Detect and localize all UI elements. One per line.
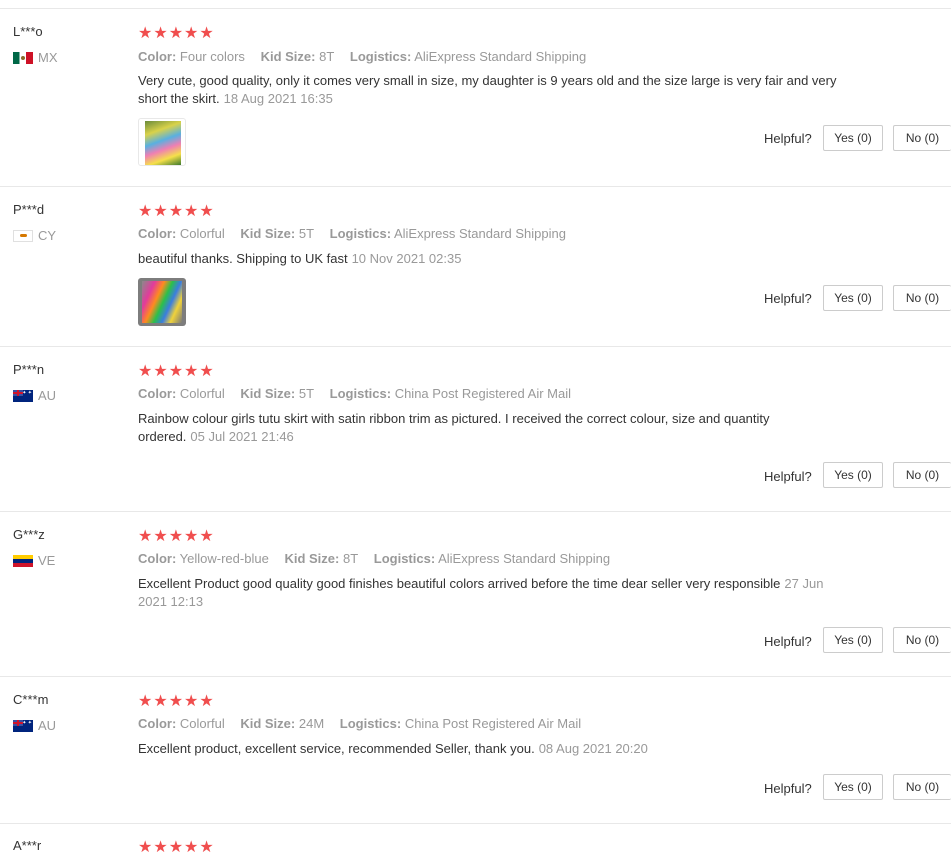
review-item: C***m AU ★★★★★ Color: Colorful Kid Size:… xyxy=(0,676,951,824)
reviewer-name: G***z xyxy=(13,527,45,542)
review-text: Excellent Product good quality good fini… xyxy=(138,575,843,611)
review-text: Excellent product, excellent service, re… xyxy=(138,740,843,758)
review-attributes: Color: Colorful Kid Size: 5T Logistics: … xyxy=(138,386,583,401)
reviewer-country: MX xyxy=(13,50,58,65)
color-label: Color: xyxy=(138,716,177,731)
helpful-label: Helpful? xyxy=(764,291,812,306)
review-attributes: Color: Colorful Kid Size: 24M Logistics:… xyxy=(138,716,593,731)
review-date: 18 Aug 2021 16:35 xyxy=(223,91,333,106)
logistics-value: China Post Registered Air Mail xyxy=(394,386,571,401)
color-label: Color: xyxy=(138,386,177,401)
country-code: MX xyxy=(38,50,58,65)
logistics-label: Logistics: xyxy=(339,716,402,731)
size-value: 8T xyxy=(342,551,359,566)
cyprus-flag-icon xyxy=(13,229,33,242)
reviewer-name: P***n xyxy=(13,362,45,377)
size-label: Kid Size: xyxy=(240,226,296,241)
size-label: Kid Size: xyxy=(284,551,340,566)
logistics-value: AliExpress Standard Shipping xyxy=(438,551,611,566)
review-item: L***o MX ★★★★★ Color: Four colors Kid Si… xyxy=(0,8,951,187)
size-value: 24M xyxy=(298,716,325,731)
color-label: Color: xyxy=(138,226,177,241)
review-attributes: Color: Four colors Kid Size: 8T Logistic… xyxy=(138,49,598,64)
logistics-label: Logistics: xyxy=(329,226,392,241)
helpful-no-button[interactable]: No (0) xyxy=(893,774,951,800)
color-value: Colorful xyxy=(179,226,225,241)
logistics-label: Logistics: xyxy=(329,386,392,401)
review-text: Rainbow colour girls tutu skirt with sat… xyxy=(138,410,828,446)
helpful-no-button[interactable]: No (0) xyxy=(893,125,951,151)
star-rating: ★★★★★ xyxy=(138,839,215,856)
review-photo-thumbnail[interactable] xyxy=(138,278,186,326)
star-rating: ★★★★★ xyxy=(138,363,215,380)
country-code: CY xyxy=(38,228,57,243)
helpful-label: Helpful? xyxy=(764,781,812,796)
reviewer-country: CY xyxy=(13,228,56,243)
review-item: P***n AU ★★★★★ Color: Colorful Kid Size:… xyxy=(0,346,951,512)
star-rating: ★★★★★ xyxy=(138,25,215,42)
review-body: Excellent Product good quality good fini… xyxy=(138,576,781,591)
reviewer-name: A***r xyxy=(13,838,42,853)
size-label: Kid Size: xyxy=(240,716,296,731)
review-date: 05 Jul 2021 21:46 xyxy=(190,429,294,444)
review-attributes: Color: Yellow-red-blue Kid Size: 8T Logi… xyxy=(138,551,622,566)
reviewer-name: L***o xyxy=(13,24,43,39)
logistics-value: AliExpress Standard Shipping xyxy=(414,49,587,64)
helpful-yes-button[interactable]: Yes (0) xyxy=(823,285,883,311)
size-label: Kid Size: xyxy=(240,386,296,401)
review-date: 08 Aug 2021 20:20 xyxy=(538,741,648,756)
reviewer-name: C***m xyxy=(13,692,49,707)
review-text: Very cute, good quality, only it comes v… xyxy=(138,72,843,108)
australia-flag-icon xyxy=(13,719,33,732)
country-code: AU xyxy=(38,388,57,403)
color-value: Colorful xyxy=(179,386,225,401)
helpful-label: Helpful? xyxy=(764,131,812,146)
review-text: beautiful thanks. Shipping to UK fast 10 … xyxy=(138,250,843,268)
reviewer-name: P***d xyxy=(13,202,45,217)
size-value: 5T xyxy=(298,386,315,401)
color-label: Color: xyxy=(138,551,177,566)
reviewer-country: AU xyxy=(13,388,56,403)
logistics-value: AliExpress Standard Shipping xyxy=(393,226,566,241)
helpful-yes-button[interactable]: Yes (0) xyxy=(823,125,883,151)
star-rating: ★★★★★ xyxy=(138,693,215,710)
logistics-label: Logistics: xyxy=(349,49,412,64)
star-rating: ★★★★★ xyxy=(138,203,215,220)
color-label: Color: xyxy=(138,49,177,64)
venezuela-flag-icon xyxy=(13,554,33,567)
helpful-no-button[interactable]: No (0) xyxy=(893,285,951,311)
reviewer-country: AU xyxy=(13,718,56,733)
reviewer-country: VE xyxy=(13,553,55,568)
size-label: Kid Size: xyxy=(260,49,316,64)
review-item: P***d CY ★★★★★ Color: Colorful Kid Size:… xyxy=(0,186,951,347)
mexico-flag-icon xyxy=(13,51,33,64)
review-attributes: Color: Colorful Kid Size: 5T Logistics: … xyxy=(138,226,578,241)
star-rating: ★★★★★ xyxy=(138,528,215,545)
review-body: Excellent product, excellent service, re… xyxy=(138,741,535,756)
country-code: AU xyxy=(38,718,57,733)
color-value: Yellow-red-blue xyxy=(179,551,269,566)
helpful-yes-button[interactable]: Yes (0) xyxy=(823,462,883,488)
helpful-yes-button[interactable]: Yes (0) xyxy=(823,627,883,653)
review-photo-thumbnail[interactable] xyxy=(138,118,186,166)
helpful-label: Helpful? xyxy=(764,634,812,649)
country-code: VE xyxy=(38,553,56,568)
review-date: 10 Nov 2021 02:35 xyxy=(351,251,462,266)
size-value: 5T xyxy=(298,226,315,241)
color-value: Colorful xyxy=(179,716,225,731)
logistics-value: China Post Registered Air Mail xyxy=(404,716,582,731)
logistics-label: Logistics: xyxy=(373,551,436,566)
helpful-no-button[interactable]: No (0) xyxy=(893,627,951,653)
australia-flag-icon xyxy=(13,389,33,402)
color-value: Four colors xyxy=(179,49,245,64)
helpful-label: Helpful? xyxy=(764,469,812,484)
size-value: 8T xyxy=(319,49,335,64)
review-body: beautiful thanks. Shipping to UK fast xyxy=(138,251,348,266)
helpful-no-button[interactable]: No (0) xyxy=(893,462,951,488)
review-item: G***z VE ★★★★★ Color: Yellow-red-blue Ki… xyxy=(0,511,951,677)
review-item: A***r ★★★★★ xyxy=(0,823,951,856)
helpful-yes-button[interactable]: Yes (0) xyxy=(823,774,883,800)
